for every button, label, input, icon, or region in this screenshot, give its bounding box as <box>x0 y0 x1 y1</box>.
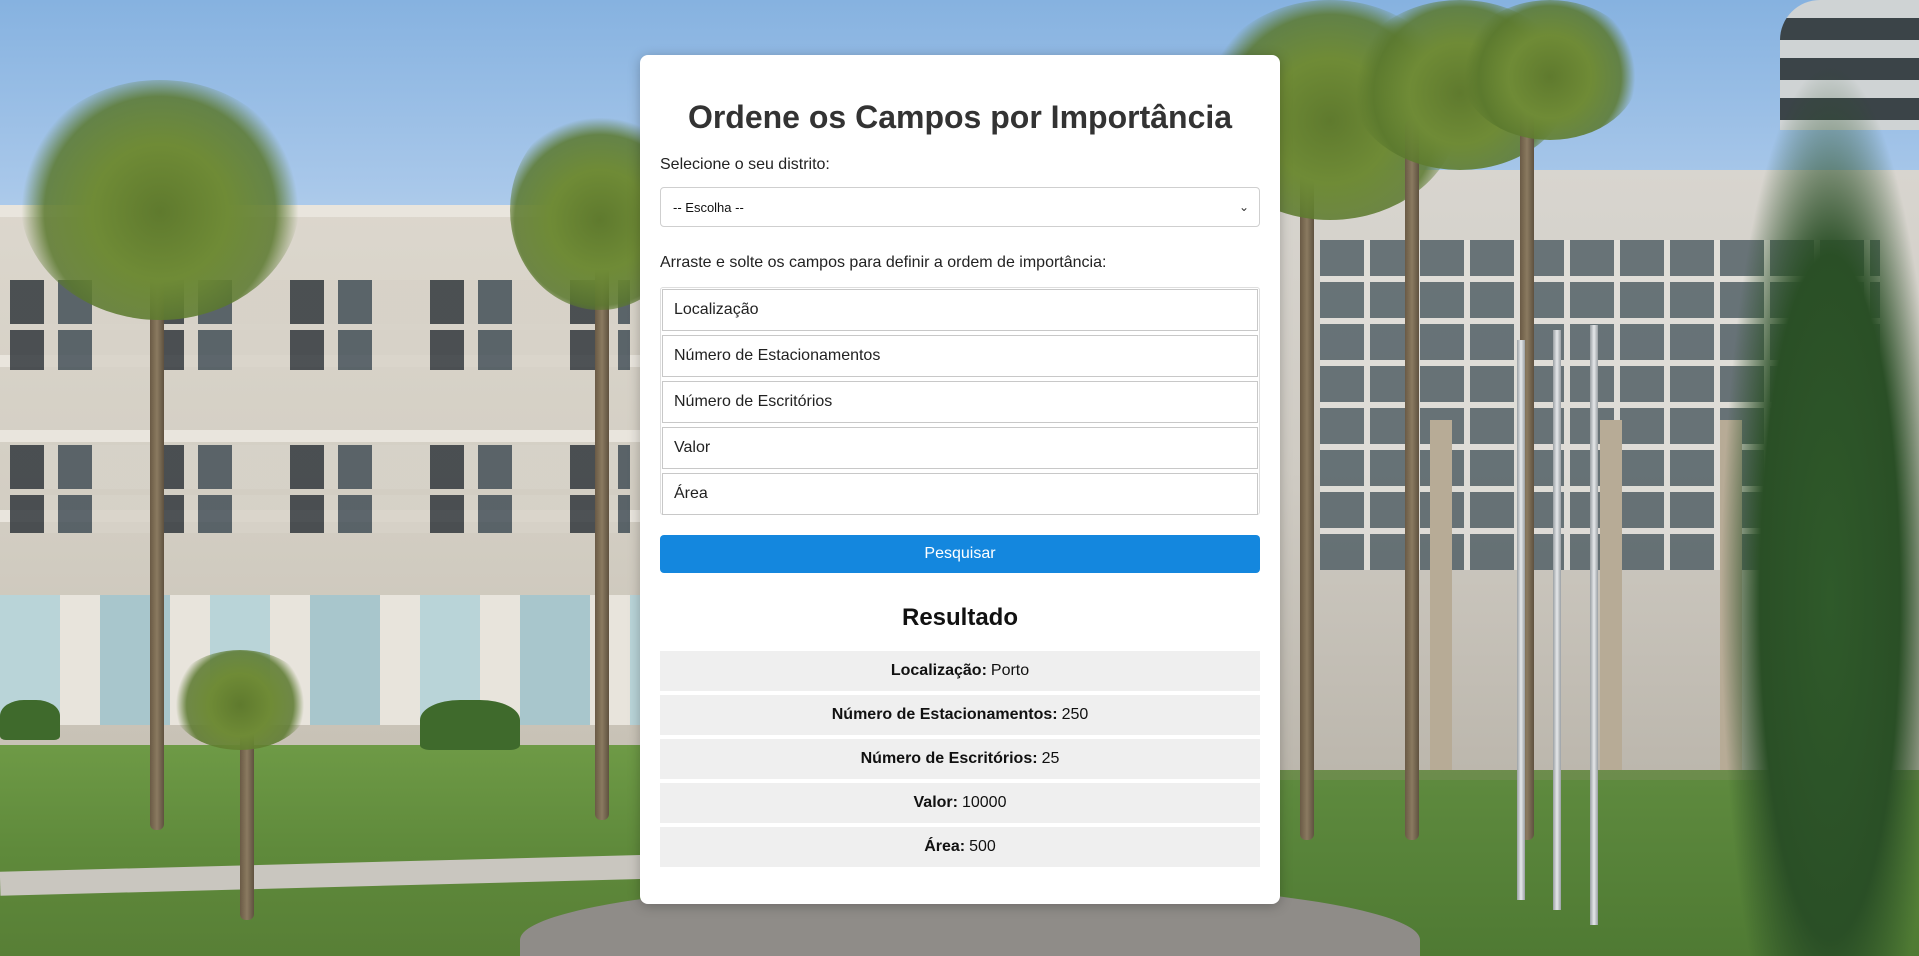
result-key: Número de Escritórios: <box>860 750 1038 767</box>
result-list: Localização: Porto Número de Estacioname… <box>660 651 1260 867</box>
page-title: Ordene os Campos por Importância <box>687 99 1233 135</box>
result-row: Localização: Porto <box>660 651 1260 691</box>
field-item-estacionamentos[interactable]: Número de Estacionamentos <box>662 335 1258 377</box>
field-item-valor[interactable]: Valor <box>662 427 1258 469</box>
field-item-escritorios[interactable]: Número de Escritórios <box>662 381 1258 423</box>
flag-pole <box>1590 325 1598 925</box>
result-title: Resultado <box>901 604 1018 631</box>
result-value: 10000 <box>961 794 1007 811</box>
result-value: 250 <box>1061 706 1089 723</box>
district-select-value: -- Escolha -- <box>673 199 744 215</box>
result-key: Número de Estacionamentos: <box>831 706 1058 723</box>
palm-tree <box>595 230 609 820</box>
result-key: Valor: <box>913 794 958 811</box>
flag-pole <box>1517 340 1525 900</box>
field-item-area[interactable]: Área <box>662 473 1258 515</box>
pine-tree <box>1720 60 1919 956</box>
sortable-field-list: Localização Número de Estacionamentos Nú… <box>660 287 1260 515</box>
result-key: Área: <box>924 838 966 855</box>
result-row: Valor: 10000 <box>660 783 1260 823</box>
district-label: Selecione o seu distrito: <box>660 156 830 173</box>
result-key: Localização: <box>890 662 987 679</box>
result-value: Porto <box>990 662 1030 679</box>
palm-tree <box>1405 120 1419 840</box>
chevron-down-icon: ⌄ <box>1238 200 1249 214</box>
district-select[interactable]: -- Escolha -- ⌄ <box>660 187 1260 227</box>
result-value: 25 <box>1041 750 1060 767</box>
result-row: Número de Escritórios: 25 <box>660 739 1260 779</box>
search-button[interactable]: Pesquisar <box>660 535 1260 573</box>
palm-tree <box>1300 140 1314 840</box>
result-row: Número de Estacionamentos: 250 <box>660 695 1260 735</box>
result-value: 500 <box>969 838 996 855</box>
flag-pole <box>1553 330 1561 910</box>
field-item-localizacao[interactable]: Localização <box>662 289 1258 331</box>
drag-instruction: Arraste e solte os campos para definir a… <box>660 254 1107 271</box>
importance-card: Ordene os Campos por Importância Selecio… <box>640 55 1280 904</box>
palm-tree <box>150 240 164 830</box>
result-row: Área: 500 <box>660 827 1260 867</box>
